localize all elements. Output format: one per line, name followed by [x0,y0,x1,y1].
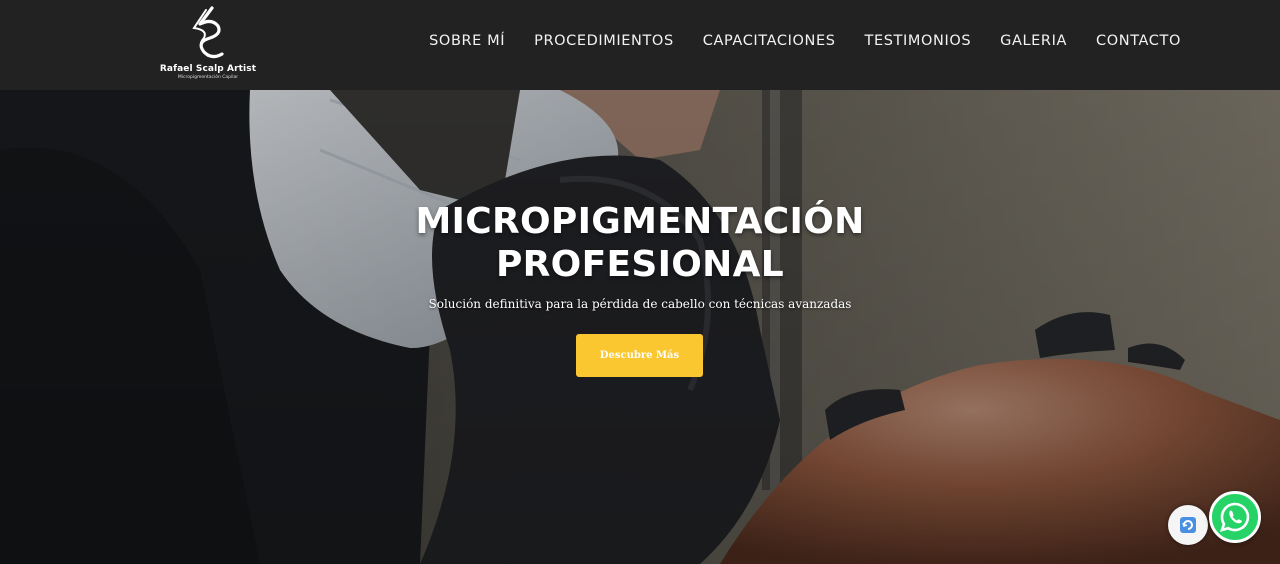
logo-tagline: Micropigmentación Capilar [177,75,239,80]
recaptcha-icon [1180,517,1196,533]
nav-item-capacitaciones[interactable]: CAPACITACIONES [703,33,836,49]
hero-subtitle: Solución definitiva para la pérdida de c… [428,297,852,311]
recaptcha-badge[interactable] [1168,505,1208,545]
whatsapp-button[interactable] [1209,491,1261,543]
discover-more-button[interactable]: Descubre Más [576,334,703,377]
hero-background-image [0,90,1280,564]
logo[interactable]: Rafael Scalp Artist Micropigmentación Ca… [158,2,258,86]
nav-item-testimonios[interactable]: TESTIMONIOS [865,33,972,49]
hero-title-line1: MICROPIGMENTACIÓN [415,201,865,242]
whatsapp-icon [1219,502,1250,532]
nav-item-contacto[interactable]: CONTACTO [1096,33,1181,49]
main-nav: SOBRE MÍ PROCEDIMIENTOS CAPACITACIONES T… [400,33,1181,49]
hero-title-line2: PROFESIONAL [495,244,785,285]
logo-name: Rafael Scalp Artist [159,64,257,74]
hero-section: MICROPIGMENTACIÓN PROFESIONAL Solución d… [0,90,1280,564]
nav-item-procedimientos[interactable]: PROCEDIMIENTOS [534,33,674,49]
site-header: Rafael Scalp Artist Micropigmentación Ca… [0,0,1280,90]
logo-mark-icon [192,6,224,59]
nav-item-galeria[interactable]: GALERIA [1000,33,1067,49]
hero-title: MICROPIGMENTACIÓN PROFESIONAL [0,200,1280,286]
nav-item-sobre-mi[interactable]: SOBRE MÍ [429,33,505,49]
